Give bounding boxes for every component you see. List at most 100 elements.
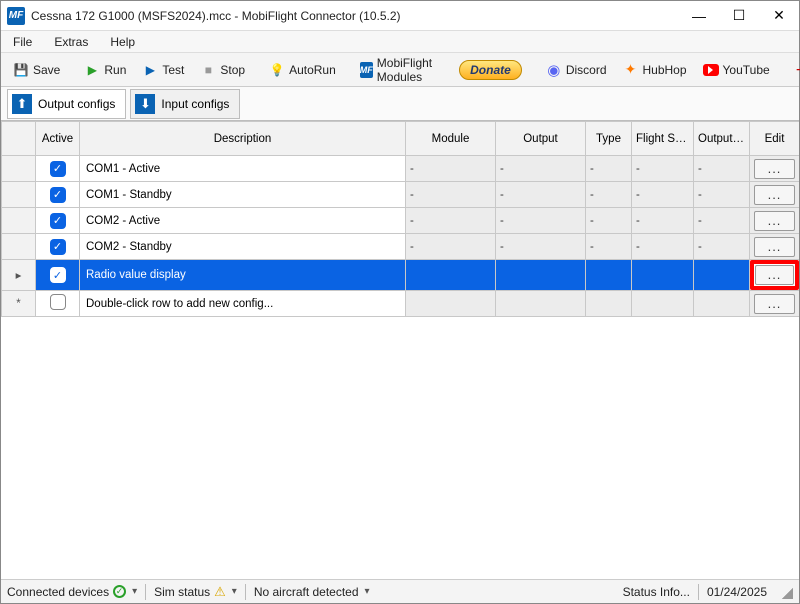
- checkbox-icon[interactable]: ✓: [50, 187, 66, 203]
- active-cell[interactable]: ✓: [36, 260, 80, 291]
- tab-input-label: Input configs: [161, 97, 229, 111]
- checkbox-icon[interactable]: [50, 294, 66, 310]
- status-sim[interactable]: Sim status ⚠ ▾: [154, 584, 237, 600]
- edit-cell: ...: [750, 260, 800, 291]
- test-button[interactable]: ▶ Test: [136, 59, 190, 81]
- row-header-cell[interactable]: [2, 156, 36, 182]
- description-cell[interactable]: COM1 - Standby: [80, 182, 406, 208]
- row-header-cell[interactable]: [2, 234, 36, 260]
- status-aircraft-label: No aircraft detected: [254, 585, 359, 599]
- chevron-down-icon: ▾: [232, 586, 237, 597]
- edit-button[interactable]: ...: [755, 265, 794, 285]
- active-cell[interactable]: ✓: [36, 156, 80, 182]
- col-fs-value[interactable]: Flight Sim Value: [632, 122, 694, 156]
- checkbox-icon[interactable]: ✓: [50, 161, 66, 177]
- menu-file[interactable]: File: [9, 33, 36, 51]
- autorun-button[interactable]: 💡 AutoRun: [263, 59, 342, 81]
- col-edit[interactable]: Edit: [750, 122, 800, 156]
- menu-bar: File Extras Help: [1, 31, 799, 53]
- save-label: Save: [33, 63, 60, 77]
- fs-cell: -: [632, 234, 694, 260]
- minimize-button[interactable]: —: [679, 1, 719, 31]
- youtube-button[interactable]: YouTube: [697, 60, 776, 80]
- menu-help[interactable]: Help: [106, 33, 139, 51]
- col-module[interactable]: Module: [406, 122, 496, 156]
- exit-button[interactable]: ⇥ Exit: [788, 59, 800, 81]
- table-row[interactable]: ✓COM1 - Standby-----...: [2, 182, 800, 208]
- play-icon: ▶: [84, 62, 100, 78]
- fs-cell: -: [632, 156, 694, 182]
- run-button[interactable]: ▶ Run: [78, 59, 132, 81]
- status-connected-label: Connected devices: [7, 585, 109, 599]
- row-header-cell[interactable]: *: [2, 291, 36, 317]
- title-bar: MF Cessna 172 G1000 (MSFS2024).mcc - Mob…: [1, 1, 799, 31]
- save-button[interactable]: 💾 Save: [7, 59, 66, 81]
- test-label: Test: [162, 63, 184, 77]
- description-cell[interactable]: COM1 - Active: [80, 156, 406, 182]
- output-cell: -: [496, 182, 586, 208]
- output-cell: -: [496, 156, 586, 182]
- modules-button[interactable]: MF MobiFlight Modules: [354, 53, 441, 87]
- col-output[interactable]: Output: [496, 122, 586, 156]
- hubhop-label: HubHop: [643, 63, 687, 77]
- resize-grip[interactable]: [779, 585, 793, 599]
- active-cell[interactable]: ✓: [36, 208, 80, 234]
- col-rowheader[interactable]: [2, 122, 36, 156]
- menu-extras[interactable]: Extras: [50, 33, 92, 51]
- mobiflight-icon: MF: [360, 62, 373, 78]
- autorun-label: AutoRun: [289, 63, 336, 77]
- active-cell[interactable]: ✓: [36, 182, 80, 208]
- status-connected-devices[interactable]: Connected devices ✓ ▾: [7, 585, 137, 599]
- edit-button[interactable]: ...: [754, 159, 795, 179]
- warning-icon: ⚠: [214, 584, 226, 600]
- checkbox-icon[interactable]: ✓: [50, 239, 66, 255]
- edit-cell: ...: [750, 208, 800, 234]
- row-header-cell[interactable]: ▸: [2, 260, 36, 291]
- status-bar: Connected devices ✓ ▾ Sim status ⚠ ▾ No …: [1, 579, 799, 603]
- module-cell: -: [406, 208, 496, 234]
- active-cell[interactable]: [36, 291, 80, 317]
- description-cell[interactable]: COM2 - Active: [80, 208, 406, 234]
- table-row[interactable]: ✓COM1 - Active-----...: [2, 156, 800, 182]
- status-aircraft[interactable]: No aircraft detected ▾: [254, 585, 370, 599]
- col-description[interactable]: Description: [80, 122, 406, 156]
- ov-cell: -: [694, 208, 750, 234]
- col-active[interactable]: Active: [36, 122, 80, 156]
- donate-button[interactable]: Donate: [453, 57, 528, 83]
- edit-button[interactable]: ...: [754, 237, 795, 257]
- table-row[interactable]: ✓COM2 - Standby-----...: [2, 234, 800, 260]
- maximize-button[interactable]: ☐: [719, 1, 759, 31]
- description-cell[interactable]: COM2 - Standby: [80, 234, 406, 260]
- tab-input-configs[interactable]: ⬇ Input configs: [130, 89, 240, 119]
- table-row[interactable]: ✓COM2 - Active-----...: [2, 208, 800, 234]
- module-cell: [406, 260, 496, 291]
- table-row[interactable]: * Double-click row to add new config.....…: [2, 291, 800, 317]
- row-header-cell[interactable]: [2, 208, 36, 234]
- description-cell[interactable]: Double-click row to add new config...: [80, 291, 406, 317]
- download-icon: ⬇: [135, 94, 155, 114]
- checkbox-icon[interactable]: ✓: [50, 267, 66, 283]
- edit-cell: ...: [750, 234, 800, 260]
- type-cell: -: [586, 234, 632, 260]
- edit-button[interactable]: ...: [754, 294, 795, 314]
- hubhop-button[interactable]: ✦ HubHop: [617, 59, 693, 81]
- table-row[interactable]: ▸ ✓ Radio value display...: [2, 260, 800, 291]
- stop-button[interactable]: ■ Stop: [194, 59, 251, 81]
- tab-output-configs[interactable]: ⬆ Output configs: [7, 89, 126, 119]
- edit-button[interactable]: ...: [754, 185, 795, 205]
- run-label: Run: [104, 63, 126, 77]
- checkbox-icon[interactable]: ✓: [50, 213, 66, 229]
- discord-button[interactable]: ◉ Discord: [540, 59, 613, 81]
- status-date-label: 01/24/2025: [707, 585, 767, 599]
- description-cell[interactable]: Radio value display: [80, 260, 406, 291]
- col-type[interactable]: Type: [586, 122, 632, 156]
- status-info[interactable]: Status Info...: [623, 585, 690, 599]
- active-cell[interactable]: ✓: [36, 234, 80, 260]
- edit-button[interactable]: ...: [754, 211, 795, 231]
- fs-cell: -: [632, 208, 694, 234]
- col-output-value[interactable]: Output Value: [694, 122, 750, 156]
- close-button[interactable]: ✕: [759, 1, 799, 31]
- config-tabs: ⬆ Output configs ⬇ Input configs: [1, 87, 799, 121]
- module-cell: -: [406, 234, 496, 260]
- row-header-cell[interactable]: [2, 182, 36, 208]
